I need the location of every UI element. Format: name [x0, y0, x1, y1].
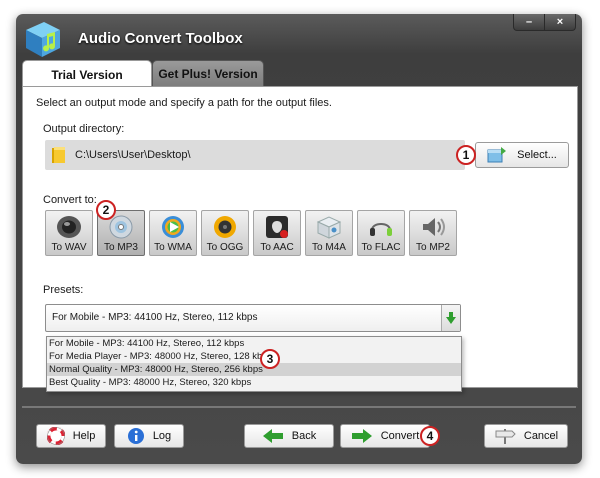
apple-aac-icon — [266, 216, 288, 238]
speaker-icon — [57, 216, 81, 238]
main-panel: Select an output mode and specify a path… — [22, 86, 578, 392]
arrow-left-icon — [262, 429, 283, 443]
preset-option[interactable]: For Media Player - MP3: 48000 Hz, Stereo… — [47, 350, 461, 363]
format-button-mp2[interactable]: To MP2 — [409, 210, 457, 256]
help-button[interactable]: Help — [36, 424, 106, 448]
format-button-flac[interactable]: To FLAC — [357, 210, 405, 256]
preset-dropdown-list: For Mobile - MP3: 44100 Hz, Stereo, 112 … — [46, 336, 462, 392]
window-controls: – × — [513, 14, 576, 31]
info-icon — [127, 428, 144, 444]
lifebuoy-icon — [46, 427, 65, 445]
tab-get-plus-version[interactable]: Get Plus! Version — [152, 60, 264, 87]
format-button-ogg[interactable]: To OGG — [201, 210, 249, 256]
callout-2: 2 — [96, 200, 116, 220]
ogg-speaker-icon — [214, 216, 236, 238]
convert-button[interactable]: Convert — [340, 424, 430, 448]
help-button-label: Help — [72, 430, 96, 442]
format-label-mp2: To MP2 — [416, 242, 450, 253]
minimize-button[interactable]: – — [513, 14, 545, 31]
window-title: Audio Convert Toolbox — [78, 30, 243, 47]
folder-icon — [52, 147, 65, 163]
cancel-button-label: Cancel — [523, 430, 559, 442]
instruction-text: Select an output mode and specify a path… — [36, 97, 332, 109]
format-button-wav[interactable]: To WAV — [45, 210, 93, 256]
footer-divider — [22, 406, 576, 408]
volume-speaker-icon — [423, 218, 445, 236]
m4a-box-icon — [316, 216, 342, 239]
format-label-wav: To WAV — [51, 242, 87, 253]
format-label-ogg: To OGG — [206, 242, 244, 253]
preset-selected-value: For Mobile - MP3: 44100 Hz, Stereo, 112 … — [52, 312, 258, 323]
format-button-aac[interactable]: To AAC — [253, 210, 301, 256]
preset-option[interactable]: For Mobile - MP3: 44100 Hz, Stereo, 112 … — [47, 337, 461, 350]
format-label-m4a: To M4A — [312, 242, 346, 253]
select-directory-button[interactable]: Select... — [475, 142, 569, 168]
callout-3: 3 — [260, 349, 280, 369]
preset-dropdown-button[interactable] — [441, 305, 460, 331]
convert-to-label: Convert to: — [43, 194, 97, 206]
back-button-label: Back — [291, 430, 317, 442]
format-label-mp3: To MP3 — [104, 242, 138, 253]
presets-label: Presets: — [43, 284, 84, 296]
cancel-button[interactable]: Cancel — [484, 424, 568, 448]
tab-trial-version[interactable]: Trial Version — [22, 60, 152, 88]
close-button[interactable]: × — [545, 14, 576, 31]
log-button[interactable]: Log — [114, 424, 184, 448]
format-label-aac: To AAC — [260, 242, 294, 253]
preset-option[interactable]: Normal Quality - MP3: 48000 Hz, Stereo, … — [47, 363, 461, 376]
preset-option[interactable]: Best Quality - MP3: 48000 Hz, Stereo, 32… — [47, 376, 461, 389]
log-button-label: Log — [152, 430, 172, 442]
back-button[interactable]: Back — [244, 424, 334, 448]
app-window: Audio Convert Toolbox – × Trial Version … — [16, 14, 582, 464]
format-button-wma[interactable]: To WMA — [149, 210, 197, 256]
signpost-cancel-icon — [495, 429, 516, 444]
arrow-down-icon — [446, 312, 456, 324]
format-button-m4a[interactable]: To M4A — [305, 210, 353, 256]
select-button-label: Select... — [517, 149, 557, 161]
format-label-flac: To FLAC — [361, 242, 401, 253]
output-directory-path: C:\Users\User\Desktop\ — [75, 149, 191, 161]
browse-folder-icon — [487, 147, 507, 163]
convert-button-label: Convert — [380, 430, 420, 442]
arrow-right-icon — [351, 429, 372, 443]
callout-4: 4 — [420, 426, 440, 446]
callout-1: 1 — [456, 145, 476, 165]
output-directory-field[interactable]: C:\Users\User\Desktop\ — [45, 140, 465, 170]
app-logo-icon — [26, 22, 60, 57]
headphones-icon — [370, 223, 392, 236]
media-player-icon — [162, 216, 184, 238]
format-label-wma: To WMA — [154, 242, 192, 253]
preset-select[interactable]: For Mobile - MP3: 44100 Hz, Stereo, 112 … — [45, 304, 461, 332]
output-directory-label: Output directory: — [43, 123, 125, 135]
